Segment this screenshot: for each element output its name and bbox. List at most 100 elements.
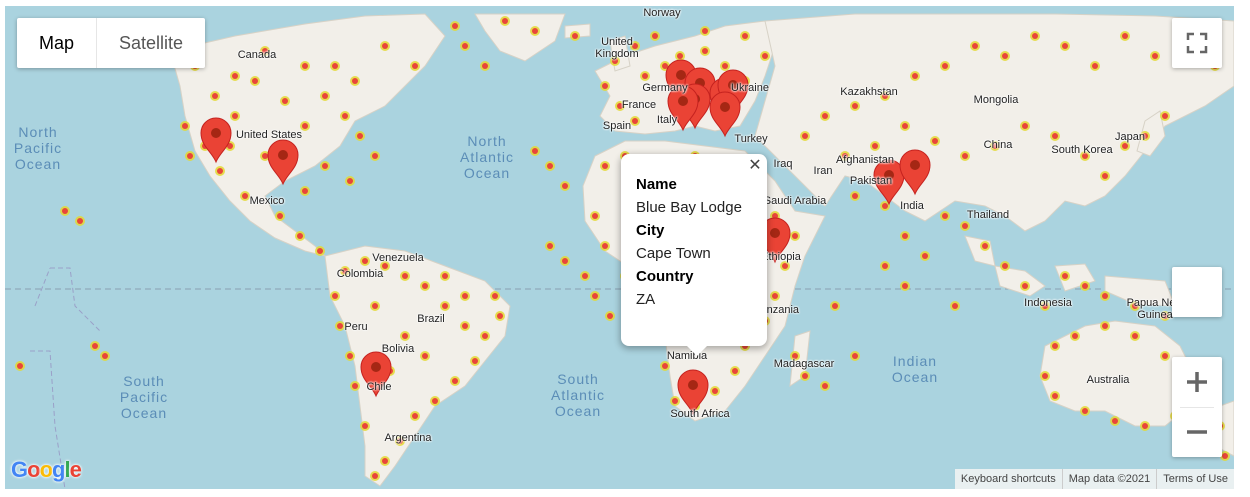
heat-spot-inner — [1122, 33, 1128, 39]
label-madagascar: Madagascar — [773, 358, 835, 370]
heat-spot-inner — [802, 373, 808, 379]
heat-spot-inner — [852, 193, 858, 199]
south-america — [324, 245, 511, 487]
heat-spot-inner — [677, 53, 683, 59]
heat-spot-inner — [1052, 133, 1058, 139]
heat-spot-inner — [252, 78, 258, 84]
nao-l1: North — [467, 133, 507, 149]
info-window-content: Name Blue Bay Lodge City Cape Town Count… — [636, 173, 742, 311]
heat-spot-inner — [317, 248, 323, 254]
heat-spot-inner — [302, 123, 308, 129]
label-south-africa: South Africa — [670, 408, 730, 420]
keyboard-shortcuts-link[interactable]: Keyboard shortcuts — [955, 469, 1062, 489]
heat-spot-inner — [282, 98, 288, 104]
zoom-in-icon — [1187, 372, 1207, 392]
heat-spot-inner — [362, 423, 368, 429]
map-data-text: Map data ©2021 — [1061, 469, 1157, 489]
heat-spot-inner — [77, 218, 83, 224]
map-type-satellite-button[interactable]: Satellite — [97, 18, 205, 68]
heat-spot-inner — [832, 303, 838, 309]
heat-spot-inner — [382, 43, 388, 49]
heat-spot-inner — [62, 208, 68, 214]
google-logo[interactable]: Google — [11, 457, 82, 483]
world-map — [5, 13, 1234, 489]
heat-spot-inner — [442, 273, 448, 279]
attribution-bar: Keyboard shortcuts Map data ©2021 Terms … — [954, 469, 1234, 489]
heat-spot-inner — [532, 28, 538, 34]
heat-spot-inner — [332, 63, 338, 69]
heat-spot-inner — [882, 263, 888, 269]
heat-spot-inner — [732, 368, 738, 374]
heat-spot-inner — [572, 33, 578, 39]
heat-spot-inner — [702, 28, 708, 34]
heat-spot-inner — [942, 213, 948, 219]
label-south-pacific-ocean: South Pacific Ocean — [120, 373, 168, 421]
heat-spot-inner — [232, 113, 238, 119]
heat-spot-inner — [92, 343, 98, 349]
heat-spot-inner — [562, 258, 568, 264]
npo-l2: Pacific — [13, 140, 63, 156]
heat-spot-inner — [982, 243, 988, 249]
heat-spot-inner — [1022, 283, 1028, 289]
label-ukraine: Ukraine — [731, 82, 769, 94]
heat-spot-inner — [212, 93, 218, 99]
label-afghanistan: Afghanistan — [835, 154, 895, 166]
close-icon[interactable]: ✕ — [747, 158, 763, 174]
fullscreen-button[interactable] — [1172, 18, 1222, 68]
heat-spot-inner — [582, 273, 588, 279]
heat-spot-inner — [1082, 283, 1088, 289]
sao-l3: Ocean — [554, 403, 602, 419]
date-line — [30, 267, 101, 489]
heat-spot-inner — [217, 168, 223, 174]
heat-spot-inner — [952, 303, 958, 309]
heat-spot-inner — [1052, 393, 1058, 399]
heat-spot-inner — [1162, 353, 1168, 359]
heat-spot-inner — [962, 153, 968, 159]
heat-spot-inner — [1002, 263, 1008, 269]
spo-l3: Ocean — [120, 405, 168, 421]
heat-spot-inner — [1112, 418, 1118, 424]
info-name-value: Blue Bay Lodge — [636, 199, 742, 216]
label-australia: Australia — [1086, 374, 1130, 386]
heat-spot-inner — [322, 93, 328, 99]
io-l1: Indian — [892, 353, 938, 369]
heat-spot-inner — [802, 133, 808, 139]
terms-of-use-link[interactable]: Terms of Use — [1156, 469, 1234, 489]
npo-l3: Ocean — [14, 156, 62, 172]
label-png-line2: Guinea — [1137, 309, 1173, 321]
heat-spot-inner — [942, 63, 948, 69]
heat-spot-inner — [432, 398, 438, 404]
heat-spot-inner — [442, 303, 448, 309]
heat-spot-inner — [602, 243, 608, 249]
heat-spot-inner — [362, 258, 368, 264]
heat-spot-inner — [412, 63, 418, 69]
heat-spot-inner — [182, 123, 188, 129]
label-china: China — [983, 139, 1013, 151]
label-spain: Spain — [602, 120, 632, 132]
heat-spot-inner — [852, 103, 858, 109]
heat-spot-inner — [372, 303, 378, 309]
label-uk-line2: Kingdom — [595, 48, 639, 60]
street-view-pegman[interactable] — [1172, 267, 1222, 317]
zoom-out-button[interactable] — [1172, 407, 1222, 457]
heat-spot-inner — [497, 313, 503, 319]
map-type-map-button[interactable]: Map — [17, 18, 96, 68]
nao-l2: Atlantic — [460, 149, 514, 165]
heat-spot-inner — [452, 23, 458, 29]
label-canada: Canada — [237, 49, 277, 61]
heat-spot-inner — [452, 378, 458, 384]
map-canvas[interactable]: Norway United Kingdom Canada United State… — [5, 6, 1234, 489]
heat-spot-inner — [277, 213, 283, 219]
label-south-atlantic-ocean: South Atlantic Ocean — [551, 371, 605, 419]
heat-spot-inner — [372, 473, 378, 479]
heat-spot-inner — [102, 353, 108, 359]
label-indian-ocean: Indian Ocean — [892, 353, 938, 385]
heat-spot-inner — [402, 273, 408, 279]
label-chile: Chile — [366, 381, 392, 393]
heat-spot-inner — [642, 73, 648, 79]
heat-spot-inner — [902, 283, 908, 289]
zoom-in-button[interactable] — [1172, 357, 1222, 407]
heat-spot-inner — [1052, 343, 1058, 349]
heat-spot-inner — [1162, 113, 1168, 119]
heat-spot-inner — [602, 163, 608, 169]
